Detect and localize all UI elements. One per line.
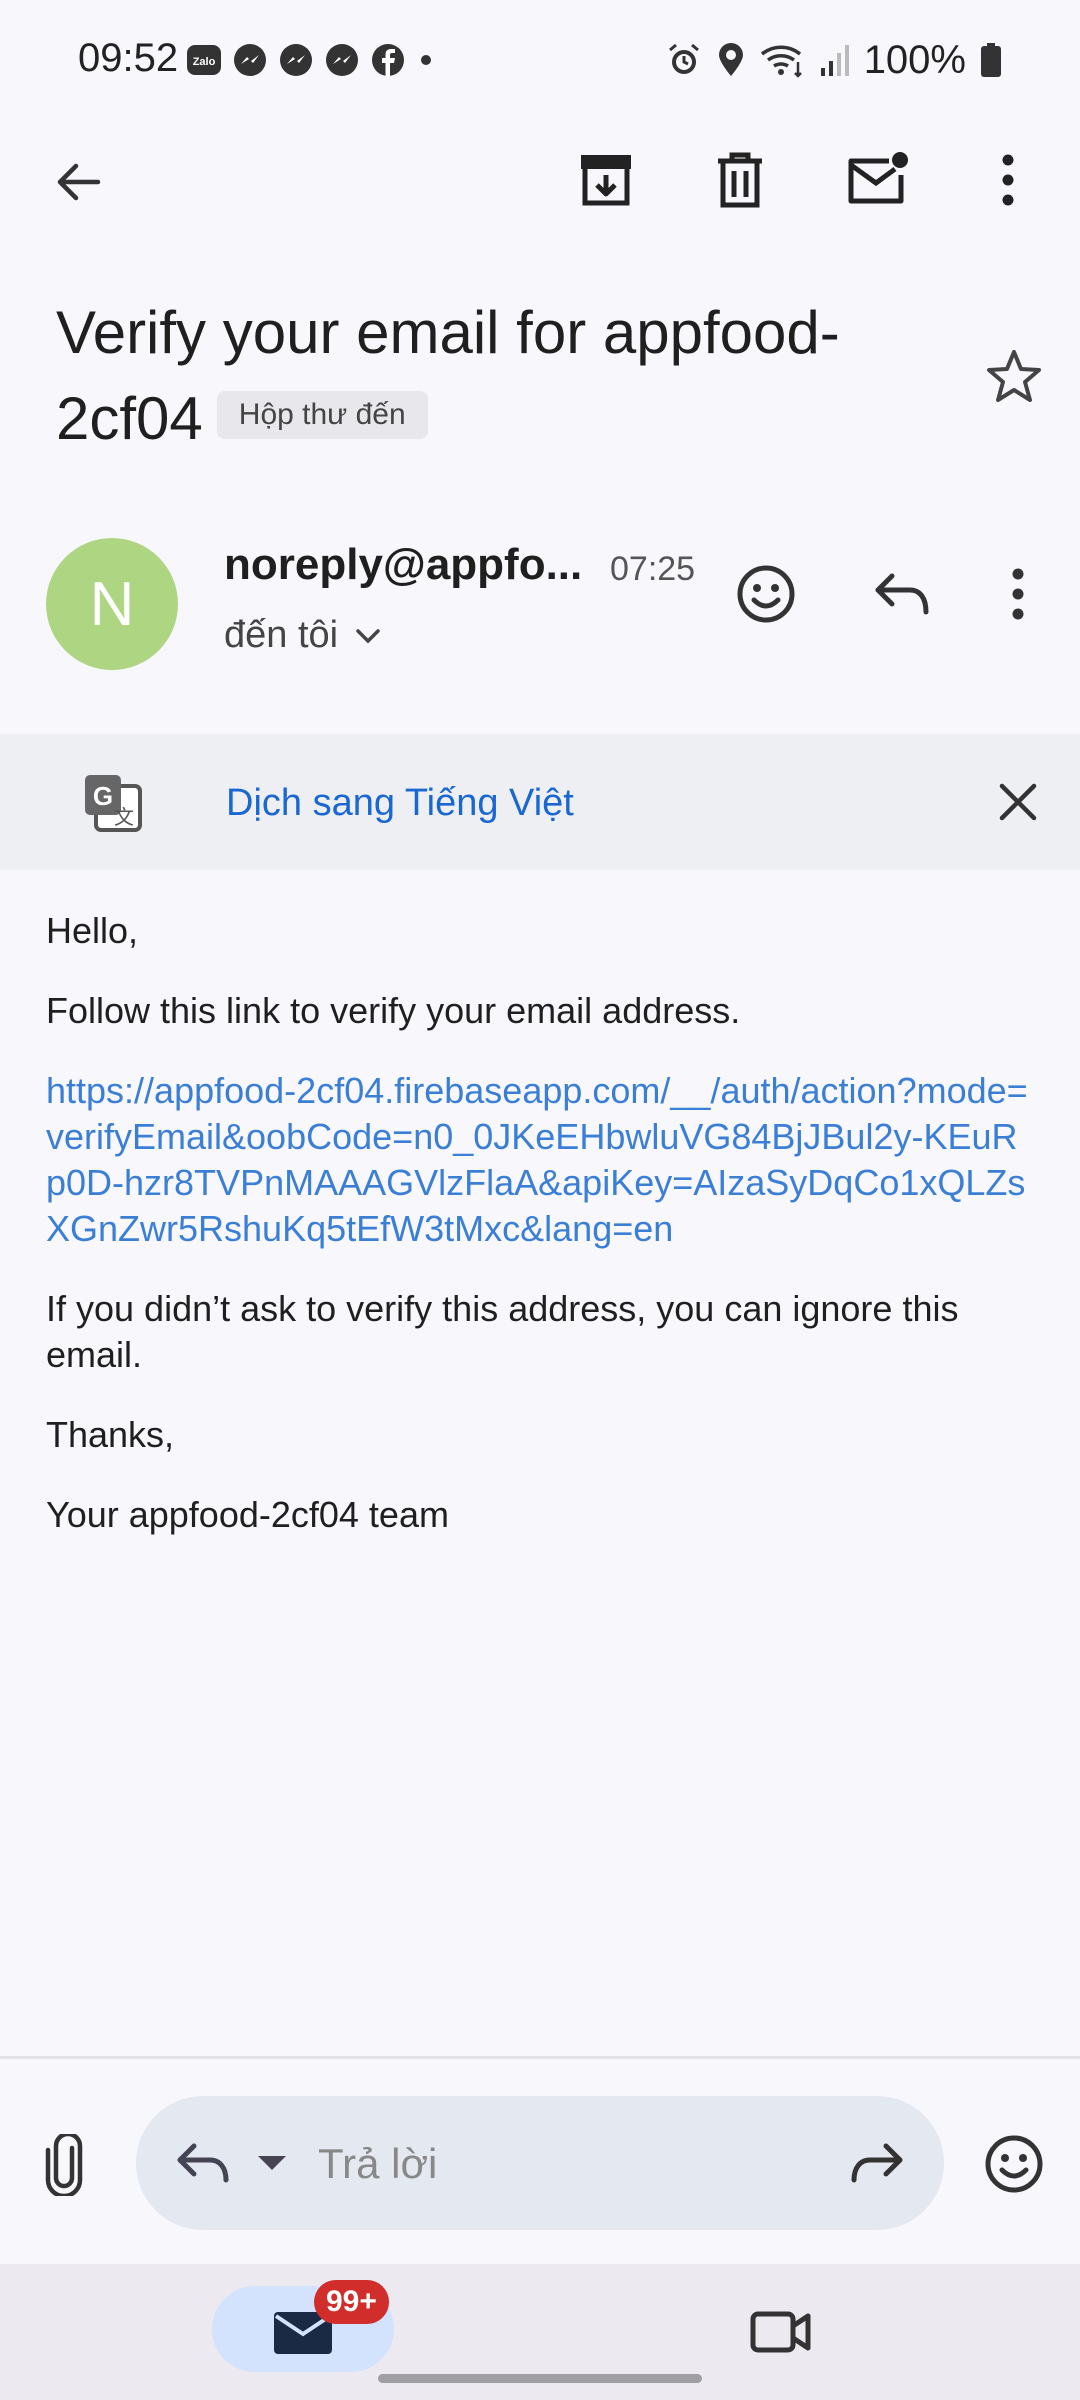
caret-down-icon — [258, 2156, 286, 2170]
battery-icon — [981, 43, 1001, 77]
divider — [0, 2056, 1080, 2059]
signature: Your appfood-2cf04 team — [46, 1494, 449, 1535]
reply-placeholder: Trả lời — [318, 2140, 438, 2187]
emoji-icon — [737, 565, 795, 623]
location-icon — [718, 43, 743, 76]
home-indicator[interactable] — [378, 2374, 702, 2383]
star-icon — [987, 350, 1041, 402]
more-vert-icon — [1002, 154, 1014, 206]
mark-unread-icon — [848, 152, 908, 204]
messenger-icon — [326, 44, 358, 76]
close-translate-button[interactable] — [986, 770, 1050, 834]
more-options-button[interactable] — [976, 138, 1040, 222]
zalo-icon: Zalo — [187, 45, 221, 75]
recipient-toggle[interactable]: đến tôi — [224, 614, 382, 657]
archive-button[interactable] — [564, 138, 648, 222]
reply-mode-dropdown[interactable] — [250, 2146, 294, 2180]
recipient-text: đến tôi — [224, 614, 339, 656]
status-time: 09:52 — [78, 36, 179, 80]
system-icons: 100% — [666, 36, 1002, 84]
signal-icon — [820, 45, 849, 76]
emoji-reaction-button[interactable] — [974, 2128, 1054, 2200]
forward-button[interactable] — [842, 2130, 912, 2196]
svg-text:文: 文 — [114, 805, 134, 829]
svg-text:G: G — [93, 781, 113, 811]
video-camera-icon — [750, 2311, 811, 2353]
svg-text:Zalo: Zalo — [193, 56, 216, 68]
chevron-down-icon — [356, 628, 380, 643]
delete-icon — [718, 152, 762, 208]
reply-button[interactable] — [860, 554, 944, 634]
email-time: 07:25 — [610, 550, 696, 588]
translate-link[interactable]: Dịch sang Tiếng Việt — [226, 782, 574, 825]
unread-count-badge: 99+ — [314, 2280, 389, 2324]
back-button[interactable] — [38, 142, 118, 222]
app-bar — [0, 130, 1080, 226]
status-bar: 09:52 Zalo 100% — [0, 0, 1080, 120]
reply-mode-button[interactable] — [168, 2130, 238, 2196]
emoji-icon — [985, 2135, 1043, 2193]
messenger-icon — [234, 44, 266, 76]
facebook-icon — [372, 44, 404, 76]
translate-icon: G文 — [82, 772, 144, 834]
sender-more-button[interactable] — [990, 554, 1046, 634]
instruction-text: Follow this link to verify your email ad… — [46, 990, 741, 1031]
wifi-icon — [760, 45, 802, 78]
react-button[interactable] — [726, 554, 806, 634]
star-button[interactable] — [982, 344, 1046, 408]
forward-icon — [851, 2143, 903, 2183]
email-subject: Verify your email for appfood-2cf04 Hộp t… — [56, 290, 956, 462]
subject-text: Verify your email for appfood-2cf04 — [56, 299, 840, 452]
delete-button[interactable] — [698, 138, 782, 222]
email-body: Hello, Follow this link to verify your e… — [46, 908, 1036, 1572]
reply-icon — [177, 2143, 229, 2183]
archive-icon — [581, 155, 631, 206]
nav-meet-tab[interactable] — [726, 2294, 836, 2370]
folder-label-badge[interactable]: Hộp thư đến — [216, 391, 428, 440]
sender-name[interactable]: noreply@appfo... — [224, 540, 582, 590]
ignore-note: If you didn’t ask to verify this address… — [46, 1288, 959, 1375]
verify-link[interactable]: https://appfood-2cf04.firebaseapp.com/__… — [46, 1070, 1028, 1249]
mark-unread-button[interactable] — [834, 138, 920, 222]
attach-button[interactable] — [30, 2130, 98, 2200]
messenger-icon — [280, 44, 312, 76]
alarm-icon — [668, 43, 699, 74]
back-arrow-icon — [57, 163, 101, 201]
dot-icon — [421, 55, 431, 65]
thanks-text: Thanks, — [46, 1414, 175, 1455]
notification-icons: Zalo — [186, 38, 436, 82]
sender-avatar[interactable]: N — [46, 538, 178, 670]
greeting: Hello, — [46, 910, 139, 951]
reply-icon — [875, 573, 929, 615]
attachment-icon — [45, 2134, 83, 2196]
battery-percent: 100% — [863, 37, 966, 82]
close-icon — [999, 783, 1037, 821]
more-vert-icon — [1012, 568, 1024, 620]
